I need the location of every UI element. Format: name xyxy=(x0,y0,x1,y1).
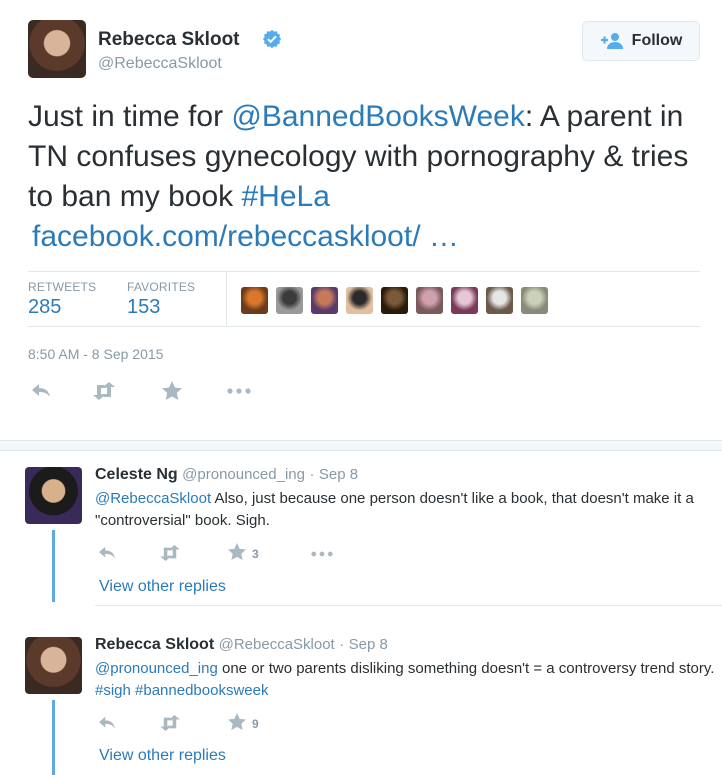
reply-header: Celeste Ng @pronounced_ing · Sep 8 xyxy=(95,466,358,484)
more-icon[interactable] xyxy=(311,551,333,557)
stats-separator xyxy=(226,272,227,326)
add-user-icon xyxy=(600,33,623,49)
hashtag-link[interactable]: #bannedbooksweek xyxy=(135,682,268,699)
reply-avatar[interactable] xyxy=(25,637,82,694)
reply-header: Rebecca Skloot @RebeccaSkloot · Sep 8 xyxy=(95,636,388,654)
favoriter-avatar[interactable] xyxy=(451,287,478,314)
reply-text: @RebeccaSkloot Also, just because one pe… xyxy=(95,488,715,532)
retweets-count[interactable]: 285 xyxy=(28,296,61,319)
thread-line xyxy=(52,700,55,775)
reply-author-handle[interactable]: @RebeccaSkloot xyxy=(219,636,335,653)
favoriter-avatar[interactable] xyxy=(241,287,268,314)
author-name[interactable]: Rebecca Skloot xyxy=(98,29,240,51)
meta-separator: · xyxy=(309,466,315,483)
favorite-count: 3 xyxy=(252,547,259,561)
favoriter-avatar[interactable] xyxy=(381,287,408,314)
favoriter-avatar[interactable] xyxy=(521,287,548,314)
reply-icon[interactable] xyxy=(97,715,117,731)
url-link[interactable]: facebook.com/rebeccaskloot/ … xyxy=(32,220,459,253)
reply-date[interactable]: Sep 8 xyxy=(319,466,358,483)
verified-badge-icon xyxy=(262,29,282,49)
meta-separator: · xyxy=(339,636,345,653)
mention-link[interactable]: @BannedBooksWeek xyxy=(231,100,524,133)
favoriter-avatar[interactable] xyxy=(416,287,443,314)
favorite-action[interactable]: 3 xyxy=(228,543,259,565)
favoriter-avatar[interactable] xyxy=(346,287,373,314)
reply-icon[interactable] xyxy=(97,545,117,561)
retweets-label: RETWEETS xyxy=(28,280,97,294)
section-separator xyxy=(0,440,722,451)
view-other-replies-link[interactable]: View other replies xyxy=(99,747,226,765)
retweet-icon[interactable] xyxy=(91,382,117,400)
retweet-icon[interactable] xyxy=(158,715,182,731)
favoriter-avatar[interactable] xyxy=(311,287,338,314)
reply-author-name[interactable]: Rebecca Skloot xyxy=(95,636,214,653)
hashtag-link[interactable]: #HeLa xyxy=(241,180,329,213)
view-other-replies-link[interactable]: View other replies xyxy=(99,578,226,596)
reply-text: @pronounced_ing one or two parents disli… xyxy=(95,658,715,702)
tweet-text: Just in time for @BannedBooksWeek: A par… xyxy=(28,97,700,257)
follow-button[interactable]: Follow xyxy=(582,21,700,61)
reply-author-name[interactable]: Celeste Ng xyxy=(95,466,178,483)
author-handle[interactable]: @RebeccaSkloot xyxy=(98,55,222,73)
thread-line xyxy=(52,530,55,602)
retweet-icon[interactable] xyxy=(158,545,182,561)
mention-link[interactable]: @pronounced_ing xyxy=(95,660,218,677)
favorite-count: 9 xyxy=(252,717,259,731)
reply-avatar[interactable] xyxy=(25,467,82,524)
stats-top-divider xyxy=(28,271,700,272)
reply-author-handle[interactable]: @pronounced_ing xyxy=(182,466,305,483)
favorites-count[interactable]: 153 xyxy=(127,296,160,319)
stats-bottom-divider xyxy=(28,326,700,327)
mention-link[interactable]: @RebeccaSkloot xyxy=(95,490,211,507)
reply-date[interactable]: Sep 8 xyxy=(349,636,388,653)
more-icon[interactable] xyxy=(227,388,251,394)
star-icon[interactable] xyxy=(228,713,246,730)
hashtag-link[interactable]: #sigh xyxy=(95,682,131,699)
follow-label: Follow xyxy=(631,32,683,49)
star-icon[interactable] xyxy=(162,381,182,400)
reply-text-body: one or two parents disliking something d… xyxy=(217,660,715,677)
favorites-label: FAVORITES xyxy=(127,280,196,294)
star-icon[interactable] xyxy=(228,543,246,560)
favoriter-avatar[interactable] xyxy=(276,287,303,314)
favoriter-avatar[interactable] xyxy=(486,287,513,314)
reply-icon[interactable] xyxy=(30,382,52,400)
reply-divider xyxy=(95,605,722,606)
tweet-timestamp[interactable]: 8:50 AM - 8 Sep 2015 xyxy=(28,346,163,362)
author-avatar[interactable] xyxy=(28,20,86,78)
tweet-text-part: Just in time for xyxy=(28,100,232,133)
favorite-action[interactable]: 9 xyxy=(228,713,259,735)
